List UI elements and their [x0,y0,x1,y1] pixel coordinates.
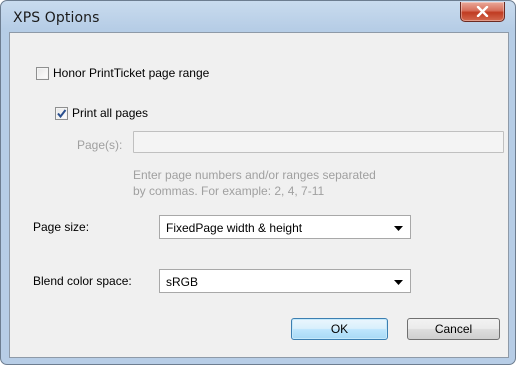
checkmark-icon [57,109,67,119]
page-size-select[interactable]: FixedPage width & height [159,215,411,239]
cancel-button[interactable]: Cancel [407,318,500,340]
page-size-value: FixedPage width & height [166,221,303,235]
blend-color-space-value: sRGB [166,275,199,289]
close-icon [476,6,489,17]
pages-input[interactable] [133,131,504,153]
blend-color-space-select[interactable]: sRGB [159,269,411,293]
print-all-pages-label[interactable]: Print all pages [72,106,148,120]
page-size-label: Page size: [33,220,90,234]
honor-printticket-checkbox[interactable] [36,67,49,80]
pages-label: Page(s): [77,138,123,152]
chevron-down-icon [394,226,403,231]
blend-color-space-label: Blend color space: [33,274,132,288]
dialog-content: Honor PrintTicket page range Print all p… [9,32,509,358]
dialog-window: XPS Options Honor PrintTicket page range… [0,0,516,365]
pages-hint-line1: Enter page numbers and/or ranges separat… [133,168,376,182]
honor-printticket-label[interactable]: Honor PrintTicket page range [53,66,209,80]
print-all-pages-checkbox[interactable] [55,107,68,120]
chevron-down-icon [394,280,403,285]
close-button[interactable] [460,2,505,22]
pages-hint-line2: by commas. For example: 2, 4, 7-11 [133,184,325,198]
title-bar[interactable]: XPS Options [1,1,515,32]
window-title: XPS Options [13,10,100,26]
ok-button[interactable]: OK [291,318,388,340]
